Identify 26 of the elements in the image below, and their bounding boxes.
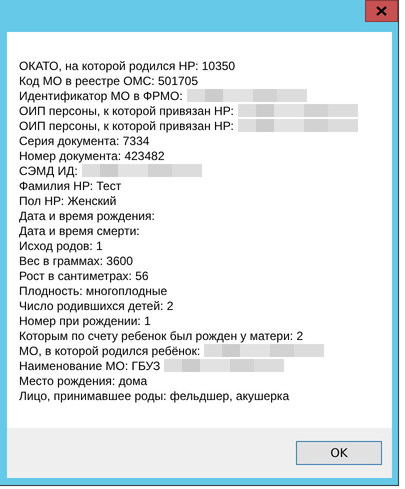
info-text: Число родившихся детей: 2 xyxy=(19,298,174,312)
info-text: ОИП персоны, к которой привязан НР: xyxy=(19,118,234,132)
info-text: Исход родов: 1 xyxy=(19,238,103,252)
info-text: СЭМД ИД: xyxy=(19,164,78,178)
info-text: Вес в граммах: 3600 xyxy=(19,254,133,268)
info-text: Которым по счету ребенок был рожден у матери: 2 xyxy=(19,328,304,342)
info-text: Код МО в реестре ОМС: 501705 xyxy=(19,74,198,88)
info-text: Идентификатор МО в ФРМО: xyxy=(19,88,183,102)
info-text: Рост в сантиметрах: 56 xyxy=(19,268,149,282)
info-text: Место рождения: дома xyxy=(19,374,148,388)
info-text: ОКАТО, на которой родился НР: 10350 xyxy=(19,58,236,72)
info-text: Номер документа: 423482 xyxy=(19,148,164,162)
info-text: Пол НР: Женский xyxy=(19,194,116,208)
info-text: Фамилия НР: Тест xyxy=(19,178,122,192)
info-text: Плодность: многоплодные xyxy=(19,284,168,298)
close-icon xyxy=(376,6,387,16)
close-button[interactable] xyxy=(365,0,398,22)
info-text: Дата и время рождения: xyxy=(19,208,155,222)
info-text: Номер при рождении: 1 xyxy=(19,314,151,328)
info-text: Лицо, принимавшее роды: фельдшер, акушерка xyxy=(19,388,290,402)
info-text: Серия документа: 7334 xyxy=(19,134,150,148)
info-text: ОИП персоны, к которой привязан НР: xyxy=(19,104,234,118)
ok-button[interactable]: OK xyxy=(296,441,382,465)
info-text: Дата и время смерти: xyxy=(19,224,140,238)
info-text: МО, в которой родился ребёнок: xyxy=(19,344,200,358)
info-text: Наименование МО: ГБУЗ xyxy=(19,358,160,372)
